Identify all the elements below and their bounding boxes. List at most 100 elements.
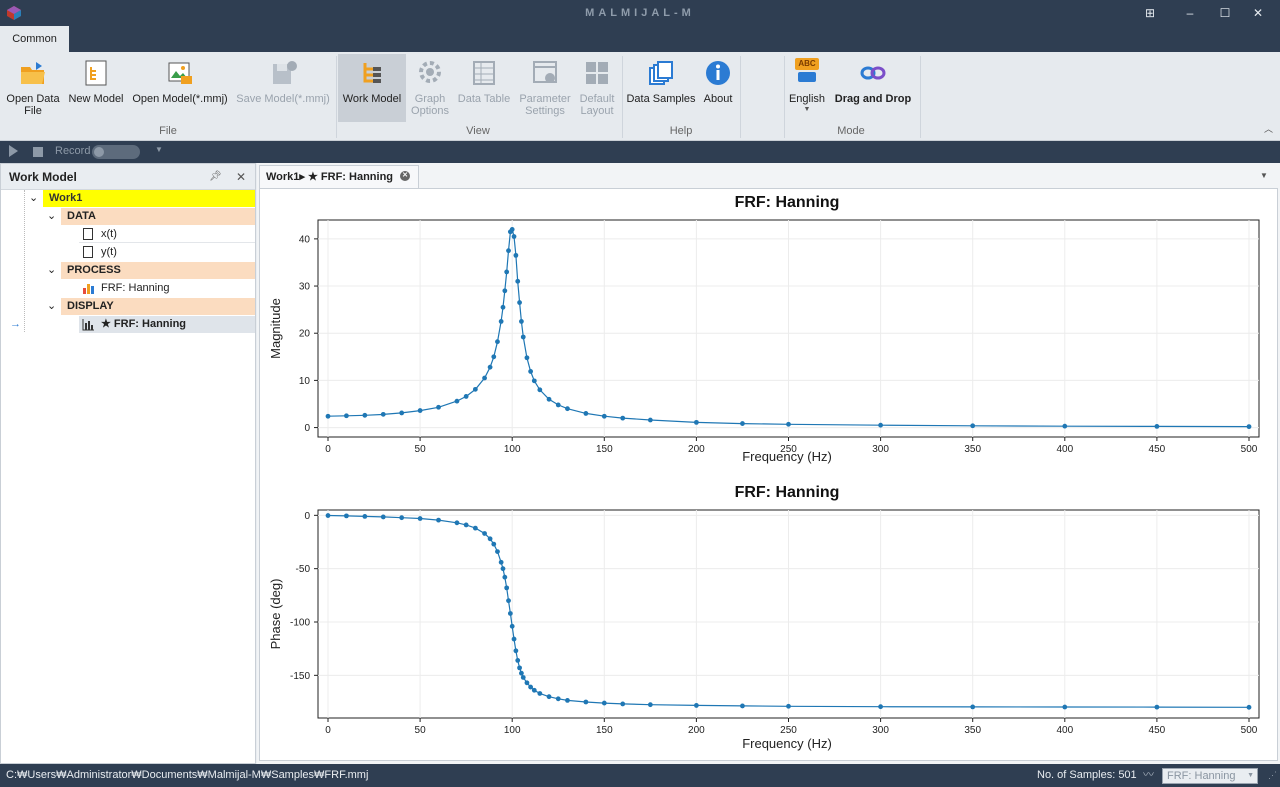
open-model-button[interactable]: Open Model(*.mmj) — [130, 54, 230, 122]
tree-toggle-icon[interactable]: ⌄ — [29, 190, 38, 207]
record-toolbar: Record ▼ — [0, 141, 1280, 163]
minimize-button[interactable]: – — [1180, 4, 1200, 22]
tree-leaf-frf[interactable]: FRF: Hanning — [79, 280, 255, 297]
document-menu-chevron-icon[interactable]: ▼ — [1260, 171, 1268, 180]
record-label: Record — [55, 145, 91, 157]
tree-leaf-x[interactable]: x(t) — [79, 226, 255, 243]
tree-toggle-icon[interactable]: ⌄ — [47, 262, 56, 279]
tree-node-process[interactable]: PROCESS — [61, 262, 255, 279]
open-data-file-button[interactable]: Open Data File — [4, 54, 62, 122]
data-point — [878, 704, 883, 710]
data-point — [509, 227, 515, 232]
x-tick-label: 400 — [1056, 444, 1073, 455]
data-point — [583, 699, 589, 705]
save-model-label: Save Model(*.mmj) — [236, 93, 330, 105]
work-model-icon — [363, 63, 381, 83]
default-layout-button[interactable]: Default Layout — [576, 54, 618, 122]
language-button[interactable]: ABC English ▼ — [788, 54, 826, 122]
tree-toggle-icon[interactable]: ⌄ — [47, 298, 56, 315]
data-point — [500, 566, 506, 572]
parameter-settings-button[interactable]: Parameter Settings — [516, 54, 574, 122]
x-tick-label: 50 — [415, 725, 427, 736]
data-table-button[interactable]: Data Table — [456, 54, 512, 122]
close-tab-icon[interactable]: ✕ — [400, 171, 410, 181]
data-point — [454, 520, 460, 526]
data-point — [583, 411, 589, 416]
chevron-down-icon[interactable]: ▼ — [788, 105, 826, 115]
data-point — [436, 517, 441, 523]
data-point — [491, 354, 497, 360]
data-point — [417, 408, 423, 413]
stop-icon[interactable] — [33, 147, 43, 157]
x-tick-label: 350 — [964, 444, 981, 455]
data-point — [436, 404, 441, 410]
close-icon[interactable]: ✕ — [236, 164, 246, 190]
data-point — [786, 703, 791, 709]
data-samples-button[interactable]: Data Samples — [626, 54, 696, 122]
stacked-pages-icon — [649, 61, 673, 85]
about-button[interactable]: About — [698, 54, 738, 122]
x-tick-label: 100 — [504, 725, 521, 736]
data-point — [495, 549, 500, 554]
chevron-down-icon[interactable]: ▼ — [1247, 769, 1254, 783]
histogram-icon — [82, 319, 94, 331]
tree-node-data[interactable]: DATA — [61, 208, 255, 225]
group-view-label: View — [466, 125, 490, 137]
chart-1: 0 50 100 150 200 250 300 350 400 450 500010203040F… — [268, 194, 1260, 464]
tree-leaf-y[interactable]: y(t) — [79, 244, 255, 261]
frf-charts: 0 50 100 150 200 250 300 350 400 450 500010203040F… — [268, 194, 1260, 751]
tree-node-display[interactable]: DISPLAY — [61, 298, 255, 315]
abc-badge: ABC — [795, 58, 819, 70]
data-point — [1062, 704, 1068, 710]
data-point — [517, 665, 522, 671]
tree-leaf-display-frf[interactable]: ★ FRF: Hanning — [79, 316, 255, 333]
drag-and-drop-button[interactable]: Drag and Drop — [830, 54, 916, 122]
tree-node-work1[interactable]: Work1 — [43, 190, 255, 207]
collapse-ribbon-icon[interactable]: ︿ — [1264, 122, 1273, 135]
data-point — [344, 413, 349, 419]
maximize-button[interactable]: ☐ — [1215, 4, 1235, 22]
data-point — [500, 304, 506, 310]
chart-2: 0 50 100 150 200 250 300 350 400 450 500 0 -50 -100 -1… — [268, 484, 1260, 751]
chart-title: FRF: Hanning — [735, 484, 840, 501]
y-tick-label: 20 — [299, 329, 311, 340]
play-icon[interactable] — [9, 145, 18, 157]
y-tick-label: -150 — [290, 671, 310, 682]
status-bar: C:₩Users₩Administrator₩Documents₩Malmija… — [0, 764, 1280, 787]
record-toggle[interactable] — [92, 145, 140, 159]
y-tick-label: -50 — [296, 564, 311, 575]
tree-leaf-frf-label: FRF: Hanning — [101, 282, 170, 294]
x-tick-label: 450 — [1149, 725, 1166, 736]
document-tab-label: Work1▸ ★ FRF: Hanning — [266, 171, 394, 183]
data-point — [565, 698, 570, 703]
restore-layout-icon[interactable]: ⊞ — [1140, 4, 1160, 22]
data-point — [524, 355, 530, 361]
tab-common[interactable]: Common — [0, 26, 69, 52]
work-model-button[interactable]: Work Model — [338, 54, 406, 122]
x-tick-label: 300 — [872, 725, 889, 736]
close-button[interactable]: ✕ — [1248, 4, 1268, 22]
data-point — [740, 421, 745, 426]
ribbon-separator — [622, 56, 623, 138]
pin-icon[interactable]: 📌︎ — [209, 164, 222, 190]
new-model-button[interactable]: New Model — [66, 54, 126, 122]
display-selector[interactable]: FRF: Hanning ▼ — [1162, 768, 1258, 784]
data-point — [498, 559, 504, 565]
save-model-button[interactable]: Save Model(*.mmj) — [234, 54, 332, 122]
data-point — [495, 339, 500, 345]
tree-toggle-icon[interactable]: ⌄ — [47, 208, 56, 225]
data-point — [506, 598, 511, 604]
x-tick-label: 0 — [325, 725, 331, 736]
x-tick-label: 200 — [688, 444, 705, 455]
data-point — [970, 704, 976, 710]
data-point — [546, 396, 552, 402]
document-tab[interactable]: Work1▸ ★ FRF: Hanning ✕ — [259, 165, 419, 188]
graph-options-button[interactable]: Graph Options — [406, 54, 454, 122]
data-point — [520, 334, 526, 340]
data-point — [517, 300, 522, 305]
drag-and-drop-label: Drag and Drop — [834, 93, 912, 105]
resize-grip-icon[interactable]: ⋰ — [1268, 764, 1277, 787]
chevron-down-icon[interactable]: ▼ — [155, 145, 163, 154]
abc-language-icon: ABC — [795, 58, 819, 88]
data-point — [515, 278, 521, 284]
